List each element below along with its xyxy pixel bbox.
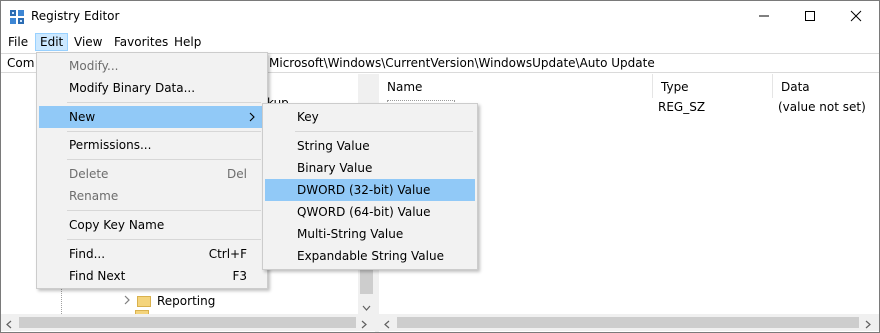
- submenu-arrow-icon: [249, 111, 255, 125]
- menu-edit[interactable]: Edit: [35, 33, 69, 51]
- menu-item-label: Modify...: [69, 59, 119, 73]
- minimize-button[interactable]: [741, 1, 787, 31]
- menu-item-shortcut: Del: [227, 167, 247, 181]
- menu-separator: [67, 210, 261, 211]
- maximize-icon: [804, 10, 816, 22]
- scroll-down-arrow-icon[interactable]: [362, 300, 371, 314]
- close-button[interactable]: [833, 1, 879, 31]
- submenu-item-dword-value[interactable]: DWORD (32-bit) Value: [265, 179, 475, 201]
- registry-editor-window: Registry Editor File Edit View Favorites…: [0, 0, 880, 333]
- scroll-right-arrow-icon[interactable]: [865, 318, 871, 332]
- menu-item-label: DWORD (32-bit) Value: [297, 183, 431, 197]
- menu-item-label: New: [69, 110, 96, 124]
- menu-item-label: Delete: [69, 167, 109, 181]
- submenu-item-multi-string-value[interactable]: Multi-String Value: [265, 223, 475, 245]
- column-header-data[interactable]: Data: [773, 74, 879, 98]
- scroll-left-arrow-icon[interactable]: [384, 318, 390, 332]
- submenu-item-qword-value[interactable]: QWORD (64-bit) Value: [265, 201, 475, 223]
- menu-separator: [67, 239, 261, 240]
- menu-item-find-next[interactable]: Find Next F3: [39, 265, 265, 287]
- address-text-start: Com: [7, 56, 35, 70]
- value-row-type: REG_SZ: [658, 100, 706, 114]
- menu-item-label: Multi-String Value: [297, 227, 404, 241]
- menu-separator: [295, 131, 473, 132]
- expand-chevron-icon[interactable]: [123, 294, 131, 308]
- tree-horizontal-scrollbar[interactable]: [1, 314, 375, 331]
- menu-bar: File Edit View Favorites Help: [1, 31, 879, 51]
- close-icon: [850, 10, 862, 22]
- scrollbar-thumb[interactable]: [360, 269, 373, 294]
- window-title: Registry Editor: [31, 9, 120, 23]
- menu-item-label: QWORD (64-bit) Value: [297, 205, 431, 219]
- menu-separator: [67, 102, 261, 103]
- menu-item-label: Rename: [69, 189, 119, 203]
- menu-item-copy-key-name[interactable]: Copy Key Name: [39, 214, 265, 236]
- submenu-item-binary-value[interactable]: Binary Value: [265, 157, 475, 179]
- menu-item-delete[interactable]: Delete Del: [39, 163, 265, 185]
- submenu-item-key[interactable]: Key: [265, 106, 475, 128]
- menu-item-modify[interactable]: Modify...: [39, 55, 265, 77]
- minimize-icon: [758, 10, 770, 22]
- menu-file[interactable]: File: [3, 33, 33, 51]
- menu-item-shortcut: Ctrl+F: [208, 247, 247, 261]
- menu-item-label: Binary Value: [297, 161, 373, 175]
- menu-favorites[interactable]: Favorites: [109, 33, 173, 51]
- menu-item-label: Find...: [69, 247, 106, 261]
- menu-separator: [67, 131, 261, 132]
- title-bar: Registry Editor: [1, 1, 879, 31]
- folder-icon: [137, 295, 151, 307]
- menu-item-label: Find Next: [69, 269, 126, 283]
- menu-item-label: String Value: [297, 139, 370, 153]
- value-row-data: (value not set): [778, 100, 866, 114]
- column-header-type[interactable]: Type: [653, 74, 773, 98]
- tree-node-reporting[interactable]: Reporting: [123, 292, 215, 310]
- menu-item-label: Permissions...: [69, 138, 152, 152]
- menu-item-label: Modify Binary Data...: [69, 81, 196, 95]
- menu-item-label: Key: [297, 110, 319, 124]
- menu-item-find[interactable]: Find... Ctrl+F: [39, 243, 265, 265]
- menu-separator: [67, 159, 261, 160]
- submenu-item-expandable-string-value[interactable]: Expandable String Value: [265, 245, 475, 267]
- scrollbar-thumb[interactable]: [19, 317, 356, 328]
- menu-item-label: Expandable String Value: [297, 249, 444, 263]
- submenu-item-string-value[interactable]: String Value: [265, 135, 475, 157]
- maximize-button[interactable]: [787, 1, 833, 31]
- tree-node-label: Reporting: [157, 294, 216, 308]
- menu-item-new[interactable]: New: [39, 106, 265, 128]
- registry-editor-icon: [9, 9, 25, 25]
- new-submenu: Key String Value Binary Value DWORD (32-…: [262, 103, 478, 270]
- address-text-path: Microsoft\Windows\CurrentVersion\Windows…: [269, 56, 655, 70]
- menu-item-shortcut: F3: [232, 269, 247, 283]
- scrollbar-thumb[interactable]: [397, 317, 859, 328]
- values-horizontal-scrollbar[interactable]: [379, 314, 879, 331]
- scroll-right-arrow-icon[interactable]: [361, 318, 367, 332]
- menu-item-label: Copy Key Name: [69, 218, 165, 232]
- column-header-name[interactable]: Name: [379, 74, 653, 98]
- menu-item-modify-binary[interactable]: Modify Binary Data...: [39, 77, 265, 99]
- menu-help[interactable]: Help: [169, 33, 206, 51]
- menu-view[interactable]: View: [69, 33, 107, 51]
- menu-item-permissions[interactable]: Permissions...: [39, 134, 265, 156]
- menu-item-rename[interactable]: Rename: [39, 185, 265, 207]
- scroll-left-arrow-icon[interactable]: [6, 318, 12, 332]
- edit-menu-dropdown: Modify... Modify Binary Data... New Perm…: [36, 52, 268, 289]
